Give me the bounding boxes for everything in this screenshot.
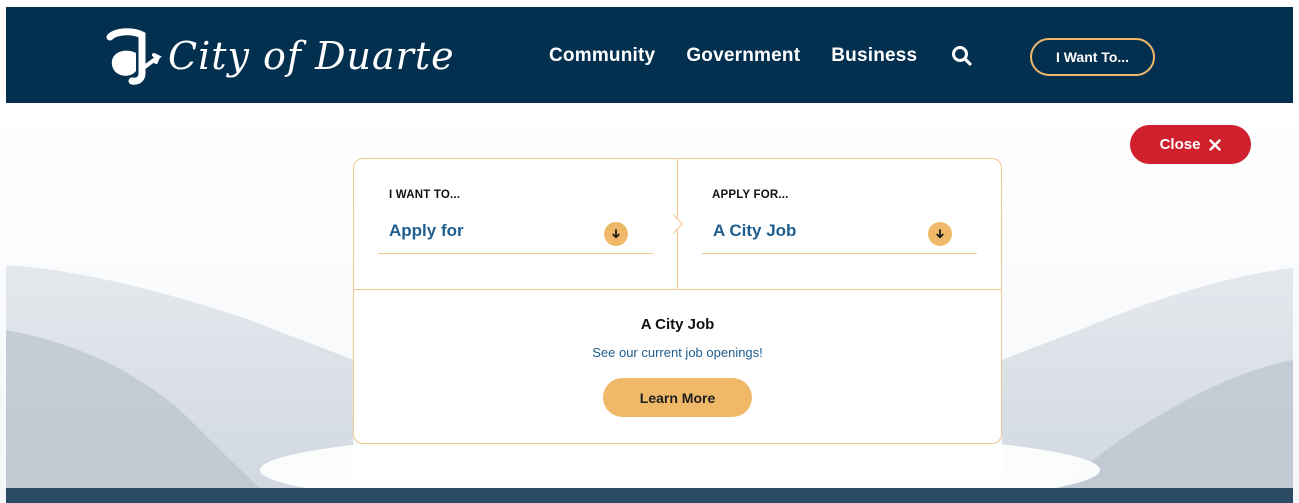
action-select-value: Apply for: [389, 221, 464, 240]
site-logo[interactable]: City of Duarte: [102, 25, 455, 87]
close-button-label: Close: [1159, 136, 1201, 153]
arrow-down-icon: [604, 222, 628, 246]
nav-community[interactable]: Community: [549, 45, 655, 67]
selector-row: I WANT TO... Apply for APPLY FOR... A Ci…: [354, 159, 1001, 290]
selector-right-label: APPLY FOR...: [712, 189, 789, 201]
search-icon[interactable]: [951, 45, 973, 67]
i-want-to-panel: I WANT TO... Apply for APPLY FOR... A Ci…: [353, 158, 1002, 444]
arrow-down-icon: [928, 222, 952, 246]
nav-government[interactable]: Government: [686, 45, 800, 67]
i-want-to-button[interactable]: I Want To...: [1030, 38, 1155, 76]
site-header: City of Duarte Community Government Busi…: [6, 7, 1293, 103]
target-select[interactable]: A City Job: [702, 217, 977, 254]
close-button[interactable]: Close: [1130, 125, 1251, 164]
result-title: A City Job: [640, 316, 715, 333]
selector-left: I WANT TO... Apply for: [354, 159, 678, 290]
logo-text: City of Duarte: [168, 34, 455, 78]
nav-business[interactable]: Business: [831, 45, 917, 67]
result-section: A City Job See our current job openings!…: [354, 290, 1001, 443]
learn-more-button[interactable]: Learn More: [603, 378, 752, 417]
duarte-logo-icon: [106, 28, 162, 85]
action-select[interactable]: Apply for: [378, 217, 653, 254]
hero-image-strip: [6, 488, 1293, 503]
close-icon: [1209, 138, 1222, 151]
result-link[interactable]: See our current job openings!: [354, 345, 1001, 360]
target-select-value: A City Job: [713, 221, 797, 240]
selector-right: APPLY FOR... A City Job: [678, 159, 1001, 290]
main-nav: Community Government Business: [549, 45, 973, 67]
selector-left-label: I WANT TO...: [389, 189, 461, 201]
